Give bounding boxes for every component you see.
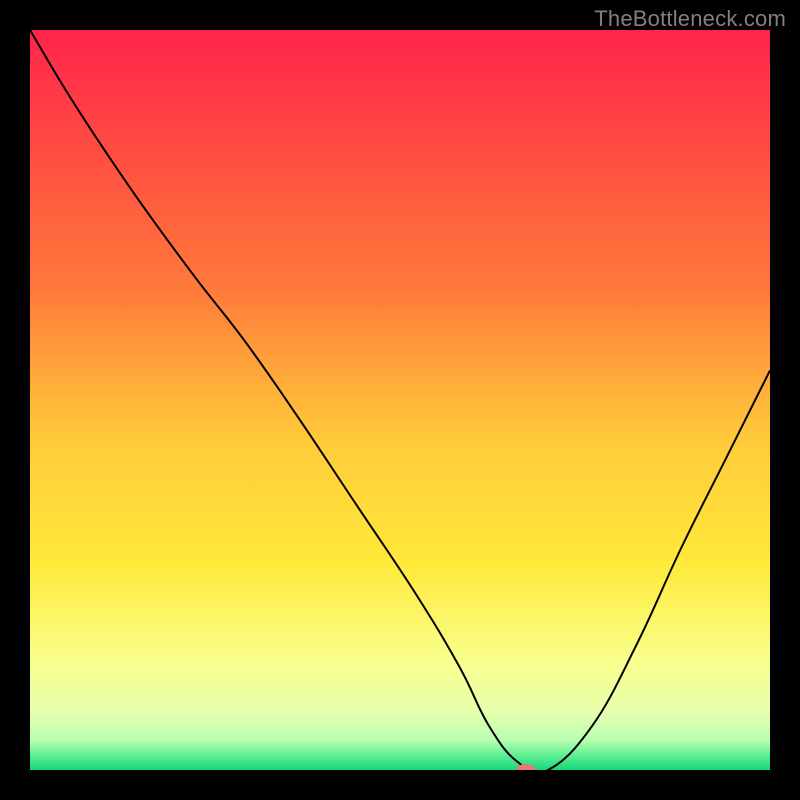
chart-wrap: TheBottleneck.com — [0, 0, 800, 800]
gradient-background — [30, 30, 770, 770]
chart-svg — [30, 30, 770, 770]
watermark-label: TheBottleneck.com — [594, 6, 786, 32]
plot-area — [30, 30, 770, 770]
